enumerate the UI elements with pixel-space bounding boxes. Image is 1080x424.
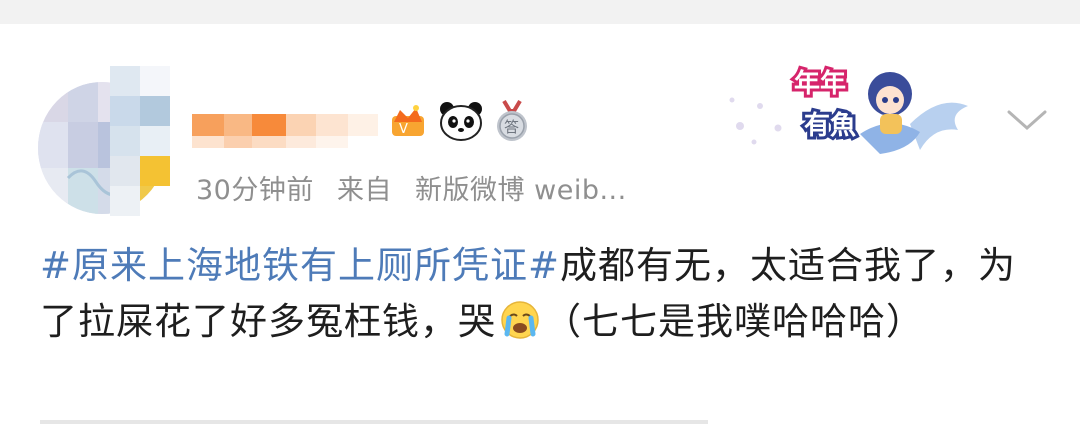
svg-text:V: V xyxy=(399,122,408,137)
post-source[interactable]: 新版微博 weib... xyxy=(415,175,627,206)
image-strip-edge xyxy=(40,420,708,424)
crying-face-icon xyxy=(501,301,539,339)
post-meta: 30分钟前 来自 新版微博 weib... xyxy=(196,168,641,207)
avatar-mosaic xyxy=(110,66,170,216)
crown-icon[interactable]: V xyxy=(388,100,430,142)
medal-icon[interactable]: 答 xyxy=(492,99,532,143)
deco-label-line2: 有魚 xyxy=(804,110,856,141)
post-source-prefix: 来自 xyxy=(336,175,392,206)
hashtag-link[interactable]: #原来上海地铁有上厕所凭证# xyxy=(40,244,560,287)
deco-label-line1: 年年 xyxy=(794,68,846,99)
user-badges: V 答 xyxy=(388,98,532,144)
card-decoration-image: 年年 有魚 xyxy=(729,65,968,154)
post-text-part2: （七七是我噗哈哈哈） xyxy=(544,300,924,343)
svg-text:答: 答 xyxy=(504,118,519,136)
weibo-post-card[interactable]: V 答 30分钟前 来自 新版微博 weib... 年年 有魚 #原来上海地铁有… xyxy=(0,24,1080,424)
panda-icon[interactable] xyxy=(438,100,484,142)
chevron-down-icon[interactable] xyxy=(1005,104,1049,136)
username-redacted[interactable] xyxy=(192,112,382,150)
post-time: 30分钟前 xyxy=(196,175,314,206)
post-content: #原来上海地铁有上厕所凭证#成都有无，太适合我了，为了拉屎花了好多冤枉钱，哭 （… xyxy=(40,238,1050,350)
